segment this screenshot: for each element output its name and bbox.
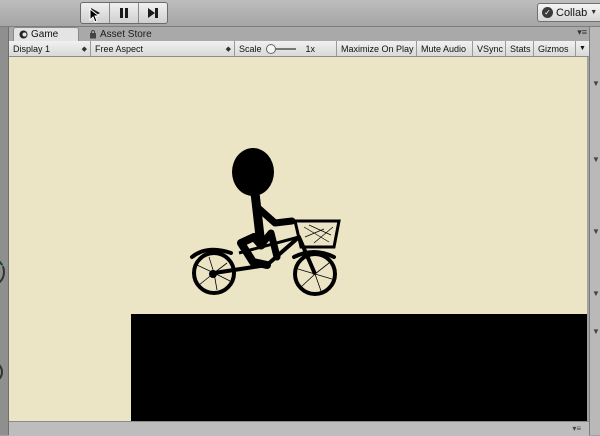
- scale-value: 1x: [305, 43, 316, 54]
- mute-audio-label: Mute Audio: [421, 43, 467, 54]
- stats-label: Stats: [510, 43, 531, 54]
- dropdown-arrow-icon: ◆: [81, 45, 87, 53]
- maximize-on-play-toggle[interactable]: Maximize On Play: [337, 41, 417, 56]
- aspect-dropdown[interactable]: Free Aspect ◆: [91, 41, 235, 56]
- scale-control: Scale 1x: [235, 41, 337, 56]
- collab-label: Collab: [556, 6, 588, 19]
- scene-preview-icon: [0, 260, 8, 380]
- vsync-toggle[interactable]: VSync: [473, 41, 506, 56]
- collapse-arrow-icon[interactable]: ▼: [592, 227, 600, 236]
- aspect-label: Free Aspect: [95, 43, 144, 54]
- gizmos-button[interactable]: Gizmos: [534, 41, 576, 56]
- tab-game-label: Game: [31, 29, 59, 40]
- shopping-bag-icon: [90, 29, 96, 38]
- game-toolbar: Display 1 ◆ Free Aspect ◆ Scale 1x Maxim…: [9, 41, 589, 57]
- tab-bar: Game Asset Store ▾≡: [9, 27, 589, 41]
- chevron-down-icon: ▼: [590, 9, 598, 16]
- left-panel: [0, 27, 9, 435]
- step-icon: [148, 8, 158, 18]
- display-label: Display 1: [13, 43, 51, 54]
- mouse-cursor-icon: [89, 8, 99, 23]
- pause-icon: [120, 8, 128, 18]
- scale-slider-knob[interactable]: [265, 43, 276, 54]
- vsync-label: VSync: [477, 43, 504, 54]
- tab-menu-icon[interactable]: ▾≡: [577, 27, 587, 38]
- tab-asset-store-label: Asset Store: [100, 28, 152, 40]
- ground-block: [131, 314, 587, 421]
- dropdown-arrow-icon: ◆: [225, 45, 231, 53]
- mute-audio-toggle[interactable]: Mute Audio: [417, 41, 473, 56]
- gizmos-dropdown[interactable]: ▼: [576, 41, 589, 56]
- collapse-arrow-icon[interactable]: ▼: [592, 289, 600, 298]
- step-button[interactable]: [139, 3, 167, 23]
- scale-label: Scale: [239, 43, 262, 54]
- collab-button[interactable]: ✓ Collab ▼: [537, 3, 600, 22]
- maximize-on-play-label: Maximize On Play: [341, 43, 414, 54]
- tab-asset-store[interactable]: Asset Store: [81, 27, 152, 41]
- display-dropdown[interactable]: Display 1 ◆: [9, 41, 91, 56]
- collapse-arrow-icon[interactable]: ▼: [592, 327, 600, 336]
- collapse-arrow-icon[interactable]: ▼: [592, 155, 600, 164]
- bottom-panel-bar: ▾≡: [9, 421, 589, 436]
- right-panel: ▼ ▼ ▼ ▼ ▼: [589, 27, 600, 435]
- scale-slider[interactable]: [265, 43, 296, 54]
- dropdown-arrow-icon: ▼: [579, 45, 586, 52]
- panel-menu-icon[interactable]: ▾≡: [572, 424, 581, 433]
- check-circle-icon: ✓: [542, 7, 553, 18]
- stats-toggle[interactable]: Stats: [506, 41, 534, 56]
- game-viewport[interactable]: [9, 57, 587, 421]
- tab-game[interactable]: Game: [13, 27, 79, 41]
- collapse-arrow-icon[interactable]: ▼: [592, 79, 600, 88]
- pause-button[interactable]: [110, 3, 139, 23]
- gizmos-label: Gizmos: [538, 43, 569, 54]
- game-controller-icon: [19, 30, 28, 39]
